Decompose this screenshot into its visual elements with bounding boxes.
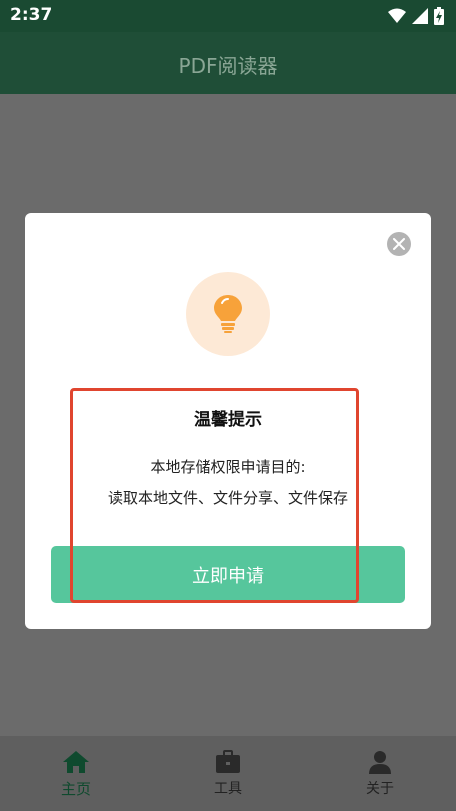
nav-label-about: 关于	[366, 781, 394, 797]
signal-icon	[412, 8, 428, 24]
nav-item-tools[interactable]: 工具	[152, 736, 304, 811]
app-bar: PDF阅读器	[0, 32, 456, 94]
status-time: 2:37	[10, 5, 53, 25]
nav-item-about[interactable]: 关于	[304, 736, 456, 811]
apply-now-button[interactable]: 立即申请	[51, 546, 405, 603]
bulb-badge	[186, 272, 270, 356]
dialog-title: 温馨提示	[194, 410, 262, 430]
close-button[interactable]	[387, 232, 411, 256]
bottom-nav: 主页 工具 关于	[0, 736, 456, 811]
dialog-purpose-detail: 读取本地文件、文件分享、文件保存	[107, 489, 348, 507]
nav-item-home[interactable]: 主页	[0, 736, 152, 811]
lightbulb-icon	[214, 295, 242, 333]
wifi-icon	[388, 8, 406, 23]
nav-label-home: 主页	[60, 780, 91, 798]
person-icon	[369, 751, 391, 774]
close-icon	[393, 238, 405, 250]
status-icons	[388, 7, 444, 25]
battery-icon	[434, 7, 444, 25]
dialog-purpose-heading: 本地存储权限申请目的:	[150, 458, 306, 476]
toolbox-icon	[216, 750, 240, 773]
permission-dialog: 温馨提示 本地存储权限申请目的: 读取本地文件、文件分享、文件保存 立即申请	[25, 213, 431, 629]
home-icon	[63, 751, 89, 773]
status-bar: 2:37	[0, 0, 456, 32]
nav-label-tools: 工具	[214, 781, 242, 797]
app-title: PDF阅读器	[178, 54, 278, 78]
